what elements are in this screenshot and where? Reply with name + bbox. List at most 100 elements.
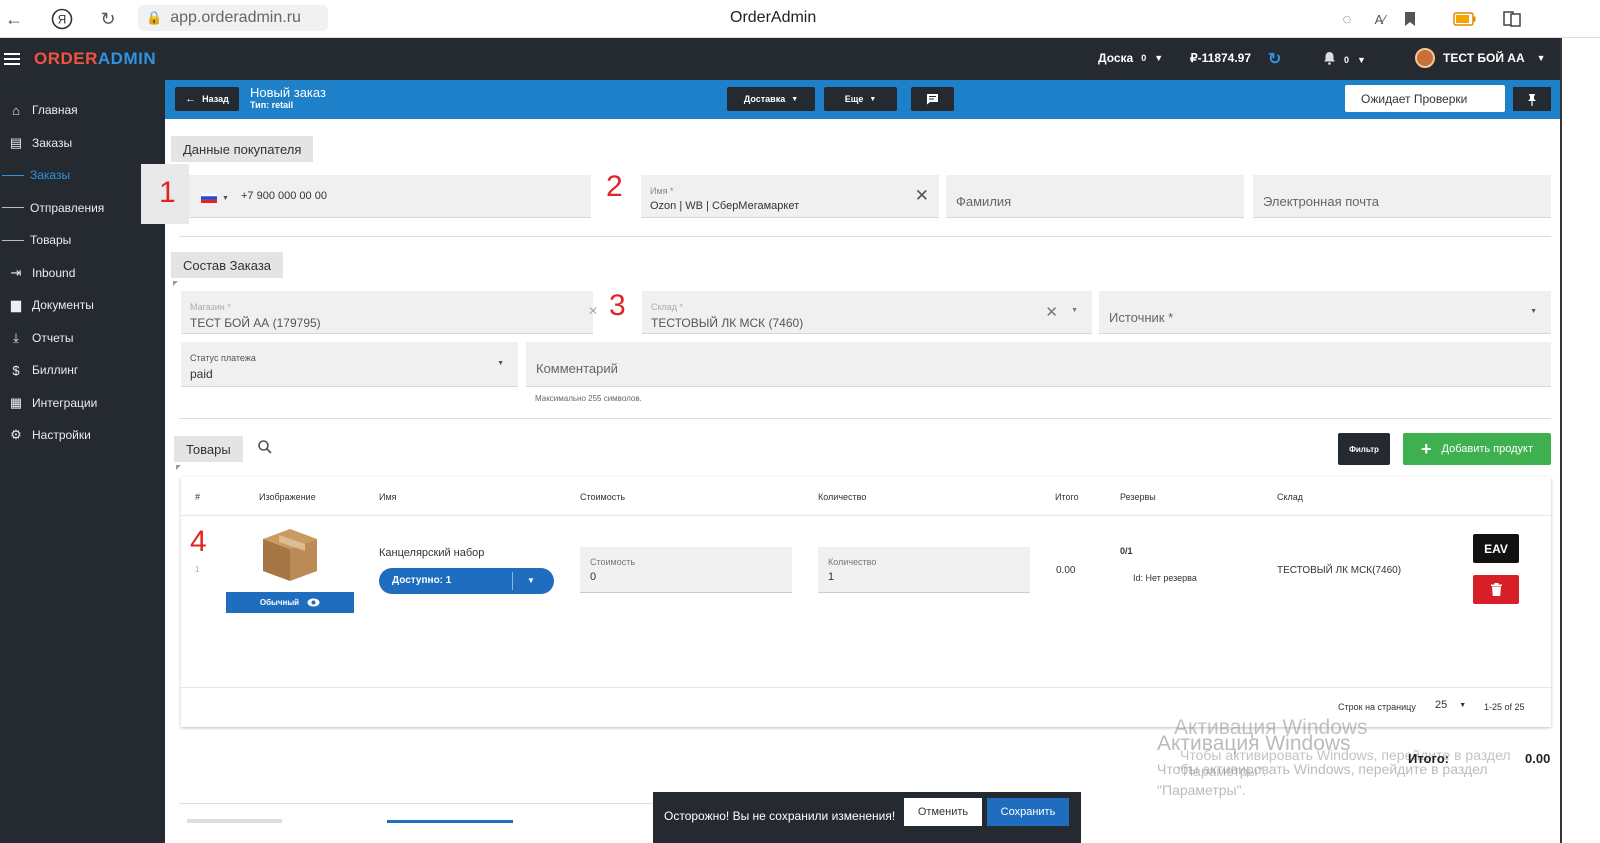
plus-icon: +	[1420, 438, 1432, 459]
sidebar-nav: ⌂ Главная ▤ Заказы Заказы Отправления Товары ⇥ I…	[0, 94, 165, 452]
eav-button[interactable]: EAV	[1473, 534, 1519, 563]
phone-field[interactable]: ▼ +7 900 000 00 00	[189, 175, 591, 218]
status-select[interactable]: Ожидает Проверки	[1345, 85, 1505, 112]
divider	[179, 803, 659, 804]
sidebar-item-label: Inbound	[32, 265, 76, 280]
trash-icon	[1490, 583, 1502, 596]
delivery-button[interactable]: Доставка ▼	[727, 87, 815, 111]
filter-button[interactable]: Фильтр	[1338, 433, 1390, 465]
name-label: Имя *	[650, 186, 674, 196]
products-table: # Изображение Имя Стоимость Количество И…	[181, 477, 1551, 727]
chevron-down-icon[interactable]: ▼	[497, 360, 504, 367]
comment-field[interactable]: Комментарий	[526, 342, 1551, 387]
sidebar-item-0[interactable]: ⌂ Главная	[0, 94, 165, 127]
back-label: Назад	[202, 94, 229, 104]
yandex-icon[interactable]: Я	[50, 7, 74, 31]
sidebar-item-8[interactable]: $ Биллинг	[0, 354, 165, 387]
source-field[interactable]: Источник * ▼	[1099, 291, 1551, 334]
notifications-menu[interactable]: 0 ▼	[1323, 51, 1366, 68]
sidebar-item-7[interactable]: ⤓ Отчеты	[0, 322, 165, 355]
bookmark-icon[interactable]	[1398, 7, 1422, 31]
product-type-button[interactable]: Обычный	[226, 592, 354, 613]
save-button[interactable]: Сохранить	[987, 798, 1069, 826]
chevron-down-icon[interactable]: ▼	[527, 576, 535, 585]
sidebar-item-label: Биллинг	[32, 363, 79, 378]
back-button[interactable]: ← Назад	[175, 87, 239, 111]
eye-icon	[307, 598, 320, 607]
email-field[interactable]: Электронная почта	[1253, 175, 1551, 218]
url-text: app.orderadmin.ru	[170, 9, 301, 26]
product-image[interactable]	[261, 527, 319, 586]
more-button[interactable]: Еще ▼	[824, 87, 897, 111]
dash-icon	[2, 239, 24, 241]
scrollbar[interactable]	[1560, 38, 1600, 843]
payment-status-label: Статус платежа	[190, 353, 256, 363]
dash-icon	[2, 174, 24, 176]
back-arrow-icon[interactable]: ←	[2, 7, 26, 31]
sidebar-item-10[interactable]: ⚙ Настройки	[0, 419, 165, 452]
reload-icon[interactable]: ↻	[96, 7, 120, 31]
order-title-text: Новый заказ	[250, 85, 326, 100]
cancel-button[interactable]: Отменить	[904, 798, 982, 826]
add-product-label: Добавить продукт	[1441, 443, 1534, 455]
shop-label: Магазин *	[190, 302, 231, 312]
annotation-2: 2	[606, 170, 623, 203]
rows-per-page-value: 25	[1435, 699, 1448, 711]
pin-button[interactable]	[1513, 87, 1551, 111]
clear-icon[interactable]: ✕	[1045, 303, 1058, 321]
sidebar-item-label: Отправления	[30, 200, 105, 215]
warehouse-field[interactable]: Склад * ТЕСТОВЫЙ ЛК МСК (7460) ✕ ▼	[642, 291, 1092, 334]
sidebar-item-label: Настройки	[32, 428, 91, 443]
gear-icon: ⚙	[10, 427, 22, 443]
chevron-down-icon[interactable]: ▼	[1071, 307, 1078, 314]
search-icon[interactable]	[257, 439, 273, 458]
price-field[interactable]: Стоимость 0	[580, 547, 792, 593]
url-bar[interactable]: 🔒 app.orderadmin.ru	[138, 5, 328, 31]
product-type-label: Обычный	[259, 598, 300, 607]
warehouse-value: ТЕСТОВЫЙ ЛК МСК (7460)	[651, 316, 804, 330]
sidebar-header: ORDERADMIN	[0, 38, 165, 80]
rows-per-page-select[interactable]: 25 ▼	[1435, 699, 1466, 711]
dollar-icon: $	[12, 362, 20, 378]
clear-icon[interactable]: ✕	[915, 186, 929, 206]
refresh-icon[interactable]: ↻	[1268, 49, 1281, 69]
price-value: 0	[590, 571, 597, 583]
extensions-icon[interactable]	[1500, 7, 1524, 31]
delete-button[interactable]	[1473, 575, 1519, 604]
sidebar-item-6[interactable]: ▆ Документы	[0, 289, 165, 322]
chevron-down-icon[interactable]: ▼	[1530, 308, 1537, 315]
surname-field[interactable]: Фамилия	[946, 175, 1244, 218]
grid-icon: ▦	[9, 394, 23, 410]
sidebar-item-4[interactable]: Товары	[0, 224, 165, 257]
clear-icon[interactable]: ✕	[588, 304, 598, 318]
add-product-button[interactable]: + Добавить продукт	[1403, 433, 1551, 465]
divider	[179, 418, 1551, 419]
translate-icon[interactable]: A⁄	[1368, 7, 1392, 31]
shop-field[interactable]: Магазин * ТЕСТ БОЙ АА (179795)	[181, 291, 593, 334]
board-menu[interactable]: Доска 0 ▼	[1098, 51, 1163, 65]
chat-button[interactable]	[911, 87, 954, 111]
payment-status-field[interactable]: Статус платежа paid ▼	[181, 342, 518, 387]
logo[interactable]: ORDERADMIN	[34, 49, 156, 69]
home-icon: ⌂	[12, 102, 20, 118]
sidebar-item-label: Заказы	[32, 135, 73, 150]
quantity-field[interactable]: Количество 1	[818, 547, 1030, 593]
comment-icon[interactable]: ◌	[1335, 7, 1359, 31]
battery-icon	[1453, 7, 1477, 31]
column-header: Имя	[379, 492, 397, 502]
comment-hint: Максимально 255 символов.	[535, 394, 642, 403]
menu-icon[interactable]	[4, 53, 20, 65]
order-title: Новый заказ Тип: retail	[250, 85, 326, 110]
toast-message: Осторожно! Вы не сохранили изменения!	[664, 809, 896, 823]
name-field[interactable]: Имя * Ozon | WB | СберМегамаркет ✕	[641, 175, 939, 218]
user-menu[interactable]: ТЕСТ БОЙ АА ▼	[1415, 48, 1546, 68]
sidebar-item-9[interactable]: ▦ Интеграции	[0, 387, 165, 420]
sidebar-item-5[interactable]: ⇥ Inbound	[0, 257, 165, 290]
watermark-text: "Параметры".	[1157, 782, 1246, 798]
column-header: #	[195, 492, 201, 502]
country-select[interactable]: ▼	[201, 193, 229, 203]
download-icon: ⤓	[13, 329, 19, 345]
source-placeholder: Источник *	[1109, 310, 1174, 325]
sidebar-item-1[interactable]: ▤ Заказы	[0, 127, 165, 160]
availability-button[interactable]: Доступно: 1 ▼	[379, 568, 554, 594]
